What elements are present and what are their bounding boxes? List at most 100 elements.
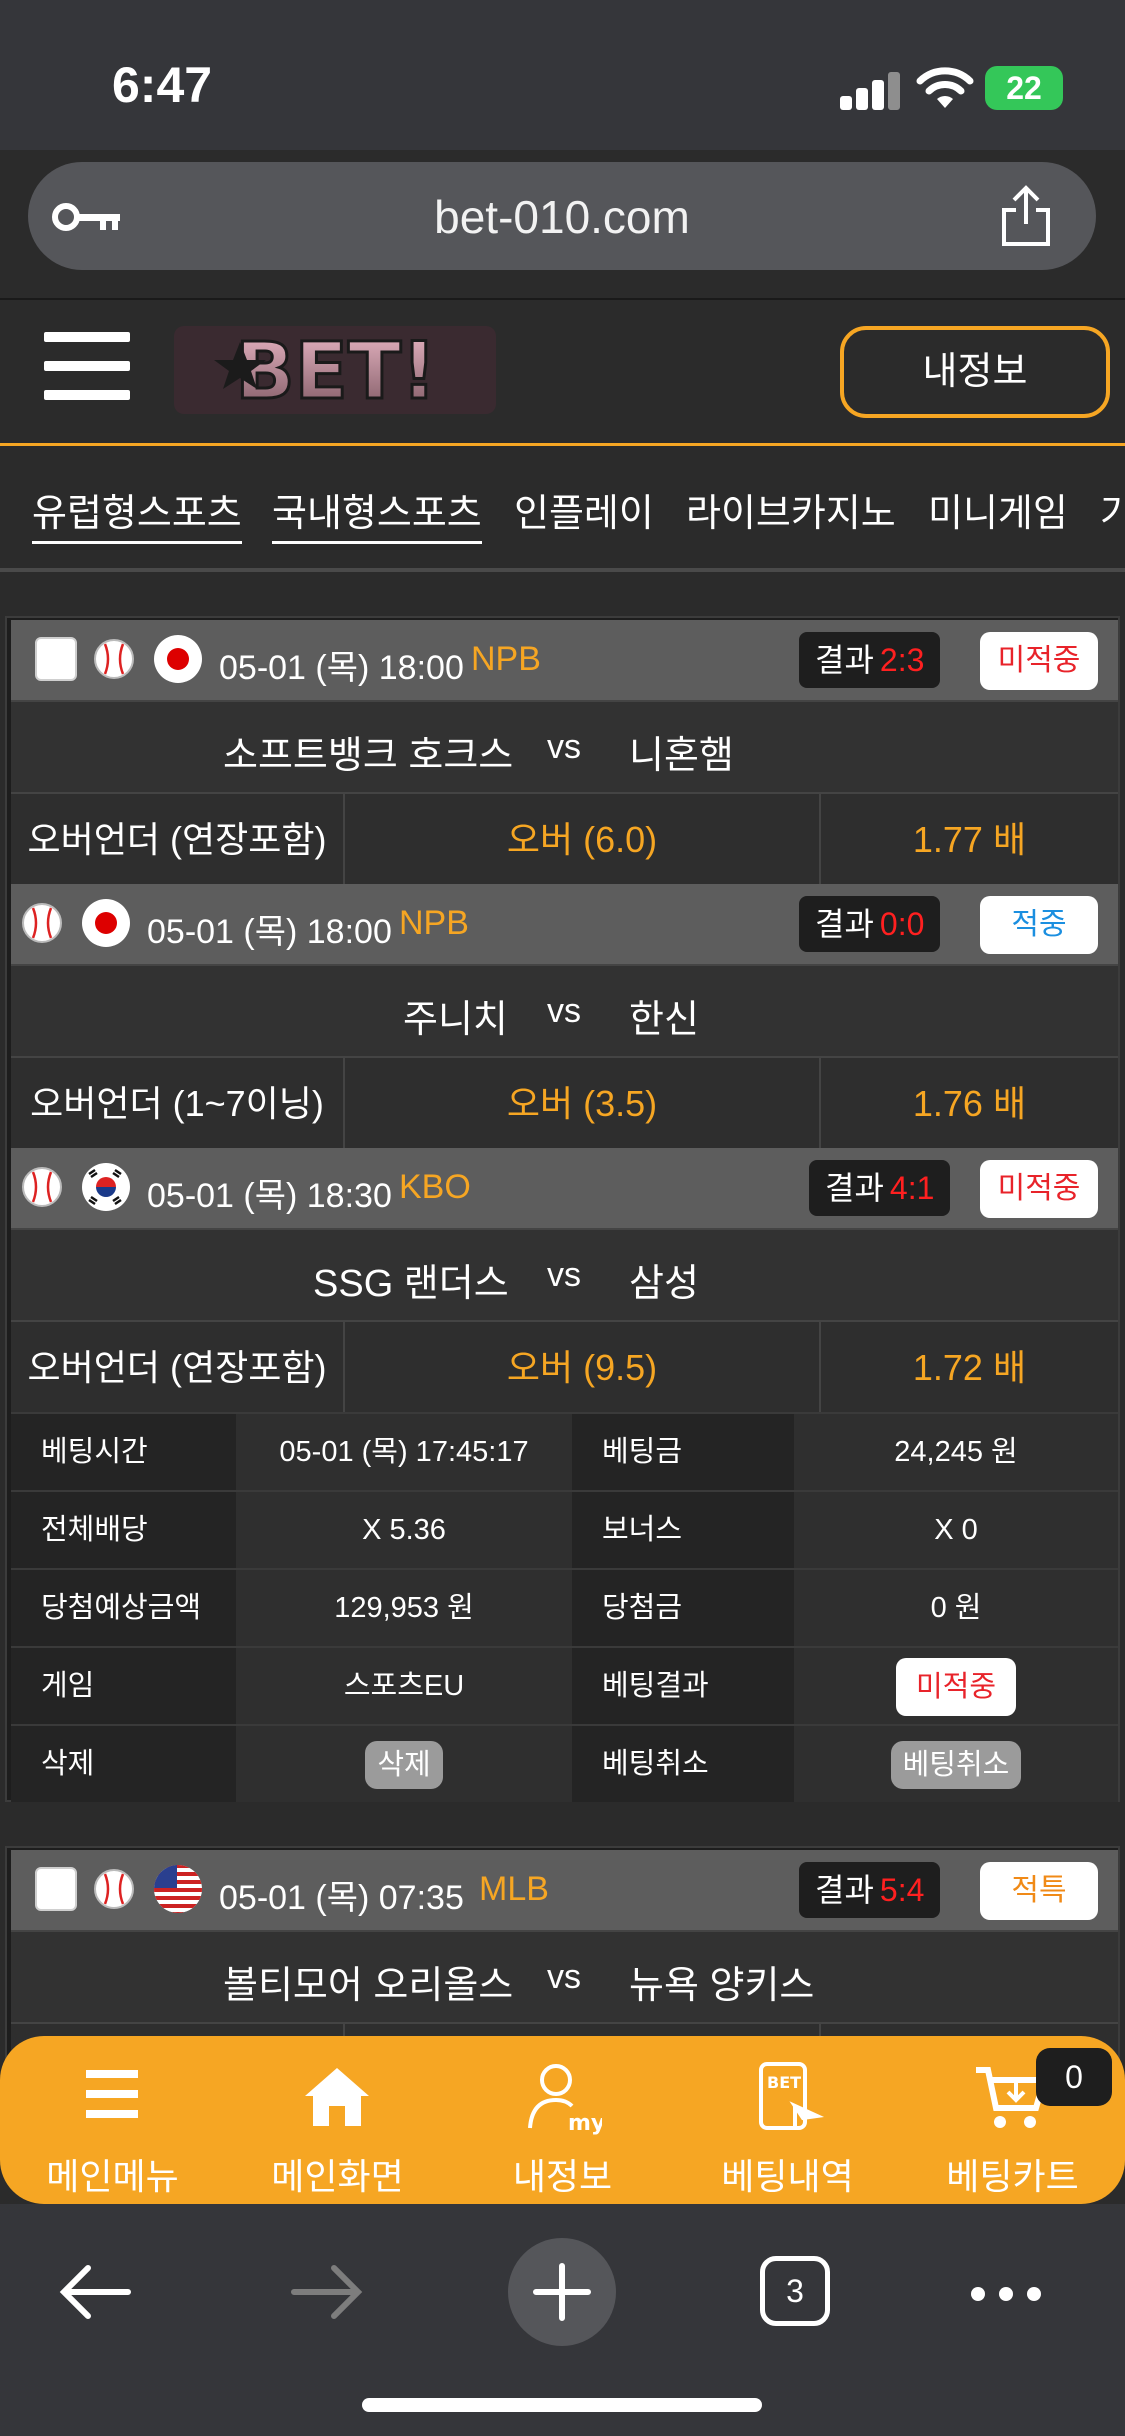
bonus-label: 보너스 (572, 1492, 794, 1568)
game-datetime: 05-01 (목) 18:00 (219, 649, 464, 687)
summary-row: 베팅시간 05-01 (목) 17:45:17 베팅금 24,245 원 (11, 1412, 1118, 1490)
nav-label: 내정보 (512, 2156, 613, 2197)
league-name: MLB (479, 1870, 549, 1908)
battery-indicator: 22 (985, 66, 1063, 110)
result-label: 결과 (815, 1872, 874, 1908)
bottom-nav: 메인메뉴 메인화면 my 내정보 BET 베팅내역 베팅카트 (0, 2036, 1125, 2204)
plus-icon (533, 2263, 591, 2321)
tab-live-casino[interactable]: 라이브카지노 (686, 482, 896, 541)
away-team: 삼성 (629, 1263, 699, 1305)
bet-time-value: 05-01 (목) 17:45:17 (236, 1414, 572, 1490)
cart-count-badge: 0 (1036, 2048, 1112, 2106)
nav-main-menu[interactable]: 메인메뉴 (0, 2036, 225, 2204)
league-name: NPB (399, 904, 469, 942)
bet-amount-label: 베팅금 (572, 1414, 794, 1490)
status-badge[interactable]: 미적중 (980, 632, 1098, 690)
result-score: 4:1 (889, 1170, 935, 1206)
myinfo-button[interactable]: 내정보 (840, 326, 1110, 418)
home-team: 주니치 (403, 999, 508, 1041)
hamburger-menu-icon[interactable] (44, 332, 130, 400)
korea-flag-icon (82, 1163, 130, 1211)
result-box: 결과 5:4 (799, 1862, 941, 1918)
tab-minigame[interactable]: 미니게임 (928, 482, 1068, 541)
nav-bet-history[interactable]: BET 베팅내역 (675, 2036, 900, 2204)
nav-my-info[interactable]: my 내정보 (450, 2036, 675, 2204)
pick-row: 오버언더 (연장포함) 오버 (9.5) 1.72 배 (11, 1320, 1118, 1414)
match-row: 소프트뱅크 호크스 vs 니혼햄 (11, 700, 1118, 792)
cancel-bet-button[interactable]: 베팅취소 (890, 1741, 1022, 1790)
select-checkbox[interactable] (35, 637, 77, 681)
pick-choice: 오버 (9.5) (345, 1322, 821, 1414)
vs-label: vs (547, 992, 581, 1030)
nav-label: 메인메뉴 (46, 2156, 179, 2197)
share-icon[interactable] (996, 184, 1056, 248)
home-team: 볼티모어 오리올스 (223, 1965, 514, 2007)
site-header: BET! 내정보 (0, 300, 1125, 446)
tab-domestic-sports[interactable]: 국내형스포츠 (272, 482, 482, 544)
result-box: 결과 4:1 (809, 1160, 951, 1216)
pick-choice: 오버 (6.0) (345, 794, 821, 886)
new-tab-button[interactable] (508, 2238, 616, 2346)
forward-arrow-icon[interactable] (290, 2262, 364, 2322)
back-arrow-icon[interactable] (58, 2262, 132, 2322)
match-row: 주니치 vs 한신 (11, 964, 1118, 1056)
bonus-value: X 0 (794, 1492, 1118, 1568)
bet-result-label: 베팅결과 (572, 1648, 794, 1724)
baseball-icon (22, 903, 62, 943)
delete-cell: 삭제 (236, 1726, 572, 1802)
delete-button[interactable]: 삭제 (365, 1741, 443, 1790)
result-label: 결과 (815, 906, 874, 942)
home-team: SSG 랜더스 (313, 1263, 509, 1305)
status-badge[interactable]: 미적중 (980, 1160, 1098, 1218)
status-badge[interactable]: 적특 (980, 1862, 1098, 1920)
delete-label: 삭제 (11, 1726, 236, 1802)
select-checkbox[interactable] (35, 1867, 77, 1911)
match-row: SSG 랜더스 vs 삼성 (11, 1228, 1118, 1320)
pick-row: 오버언더 (연장포함) 오버 (6.0) 1.77 배 (11, 792, 1118, 886)
match-row: 볼티모어 오리올스 vs 뉴욕 양키스 (11, 1930, 1118, 2022)
nav-label: 베팅카트 (946, 2156, 1079, 2197)
bet-slip-card: 05-01 (목) 18:00 NPB 결과 2:3 미적중 소프트뱅크 호크스 … (5, 616, 1120, 1802)
pick-odds: 1.76 배 (912, 1083, 1027, 1124)
home-icon (305, 2068, 369, 2126)
nav-divider (0, 568, 1125, 572)
bet-summary-table: 베팅시간 05-01 (목) 17:45:17 베팅금 24,245 원 전체배… (11, 1412, 1118, 1802)
status-time: 6:47 (112, 57, 213, 113)
url-bar[interactable]: bet-010.com (28, 162, 1096, 270)
tab-switcher-button[interactable]: 3 (760, 2256, 830, 2326)
more-icon[interactable] (970, 2286, 1042, 2302)
game-datetime: 05-01 (목) 07:35 (219, 1879, 464, 1917)
status-badge[interactable]: 적중 (980, 896, 1098, 954)
winnings-label: 당첨금 (572, 1570, 794, 1646)
tab-inplay[interactable]: 인플레이 (514, 482, 654, 541)
bet-logo[interactable]: BET! (170, 320, 502, 420)
vs-label: vs (547, 1256, 581, 1294)
wifi-icon (916, 67, 974, 108)
pick-row: 오버언더 (1~7이닝) 오버 (3.5) 1.76 배 (11, 1056, 1118, 1150)
result-score: 5:4 (879, 1872, 925, 1908)
game-header: 05-01 (목) 18:00 NPB 결과 2:3 미적중 (11, 620, 1118, 700)
game-datetime: 05-01 (목) 18:00 (147, 913, 392, 951)
bet-result-badge: 미적중 (895, 1658, 1017, 1717)
cancel-cell: 베팅취소 (794, 1726, 1118, 1802)
baseball-icon (22, 1167, 62, 1207)
nav-main-screen[interactable]: 메인화면 (225, 2036, 450, 2204)
game-header: 05-01 (목) 18:00 NPB 결과 0:0 적중 (11, 884, 1118, 964)
usa-flag-icon (154, 1865, 202, 1913)
winnings-value: 0 원 (794, 1570, 1118, 1646)
pick-choice: 오버 (3.5) (345, 1058, 821, 1150)
bet-result-cell: 미적중 (794, 1648, 1118, 1724)
tab-more[interactable]: 가 (1100, 482, 1125, 541)
summary-row: 삭제 삭제 베팅취소 베팅취소 (11, 1724, 1118, 1802)
market-name: 오버언더 (1~7이닝) (11, 1058, 345, 1150)
result-box: 결과 2:3 (799, 632, 941, 688)
away-team: 뉴욕 양키스 (629, 1965, 815, 2007)
result-score: 0:0 (879, 906, 925, 942)
result-score: 2:3 (879, 642, 925, 678)
cellular-signal-icon (840, 70, 902, 110)
my-icon: my (528, 2064, 602, 2136)
game-header: 05-01 (목) 07:35 MLB 결과 5:4 적특 (11, 1850, 1118, 1930)
league-name: NPB (471, 640, 541, 678)
tab-european-sports[interactable]: 유럽형스포츠 (32, 482, 242, 544)
total-odds-label: 전체배당 (11, 1492, 236, 1568)
